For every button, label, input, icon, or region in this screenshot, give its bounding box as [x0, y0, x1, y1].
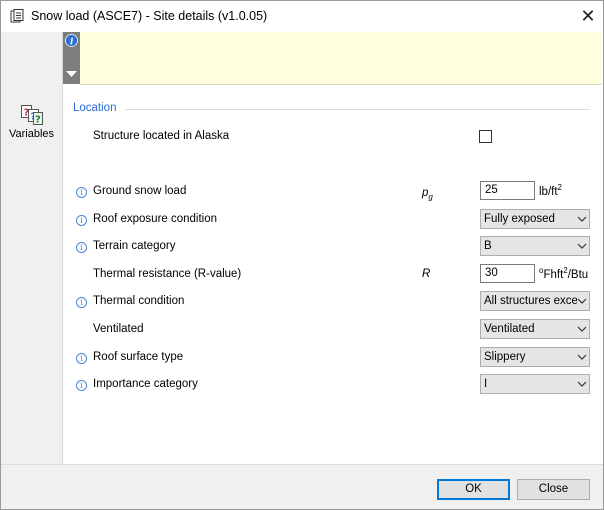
info-message-panel: [80, 32, 602, 85]
terrain-category-label: Terrain category: [93, 240, 176, 252]
title-bar[interactable]: Snow load (ASCE7) - Site details (v1.0.0…: [1, 1, 603, 32]
variables-icon[interactable]: ? ? ?: [21, 105, 43, 125]
ground-snow-load-label: Ground snow load: [93, 185, 187, 197]
chevron-down-icon: [577, 354, 587, 360]
importance-category-select[interactable]: I: [480, 374, 590, 394]
alaska-label: Structure located in Alaska: [93, 130, 230, 142]
chevron-down-icon: [577, 381, 587, 387]
chevron-down-icon: [577, 243, 587, 249]
close-button[interactable]: Close: [517, 479, 590, 500]
chevron-down-icon: [577, 326, 587, 332]
ground-snow-load-input[interactable]: 25: [480, 181, 535, 200]
thermal-resistance-unit: oFhft2/Btu: [539, 266, 589, 281]
expand-chevron-icon[interactable]: [66, 71, 77, 78]
section-title-location: Location: [73, 102, 117, 114]
section-divider: [125, 109, 590, 110]
thermal-condition-label: Thermal condition: [93, 295, 185, 307]
info-icon[interactable]: i: [76, 380, 87, 391]
roof-surface-label: Roof surface type: [93, 351, 184, 363]
app-icon: [10, 9, 24, 23]
svg-text:?: ?: [35, 115, 41, 126]
thermal-resistance-symbol: R: [422, 268, 431, 280]
info-icon[interactable]: i: [76, 242, 87, 253]
dialog-footer: OK Close: [1, 464, 603, 509]
info-icon[interactable]: i: [76, 187, 87, 198]
close-window-button[interactable]: ✕: [575, 4, 601, 28]
terrain-category-select[interactable]: B: [480, 236, 590, 256]
thermal-resistance-input[interactable]: 30: [480, 264, 535, 283]
info-icon[interactable]: i: [76, 215, 87, 226]
sidebar: ? ? ? Variables: [1, 32, 63, 464]
alaska-checkbox[interactable]: [479, 130, 492, 143]
info-icon[interactable]: i: [76, 297, 87, 308]
info-strip: i: [63, 32, 80, 84]
thermal-condition-select[interactable]: All structures exce: [480, 291, 590, 311]
importance-category-label: Importance category: [93, 378, 198, 390]
chevron-down-icon: [577, 216, 587, 222]
roof-exposure-label: Roof exposure condition: [93, 213, 218, 225]
ventilated-label: Ventilated: [93, 323, 144, 335]
info-icon[interactable]: i: [76, 353, 87, 364]
thermal-resistance-label: Thermal resistance (R-value): [93, 268, 242, 280]
dialog-window: Snow load (ASCE7) - Site details (v1.0.0…: [0, 0, 604, 510]
ground-snow-symbol: pg: [422, 187, 433, 202]
roof-exposure-select[interactable]: Fully exposed: [480, 209, 590, 229]
window-title: Snow load (ASCE7) - Site details (v1.0.0…: [31, 9, 268, 23]
ok-button[interactable]: OK: [437, 479, 510, 500]
svg-text:i: i: [70, 38, 74, 48]
roof-surface-select[interactable]: Slippery: [480, 347, 590, 367]
main-form: Location Structure located in Alaska i G…: [63, 85, 603, 464]
ventilated-select[interactable]: Ventilated: [480, 319, 590, 339]
chevron-down-icon: [577, 298, 587, 304]
ground-snow-unit: lb/ft2: [539, 183, 562, 198]
info-icon: i: [65, 34, 78, 47]
variables-label[interactable]: Variables: [1, 128, 62, 140]
